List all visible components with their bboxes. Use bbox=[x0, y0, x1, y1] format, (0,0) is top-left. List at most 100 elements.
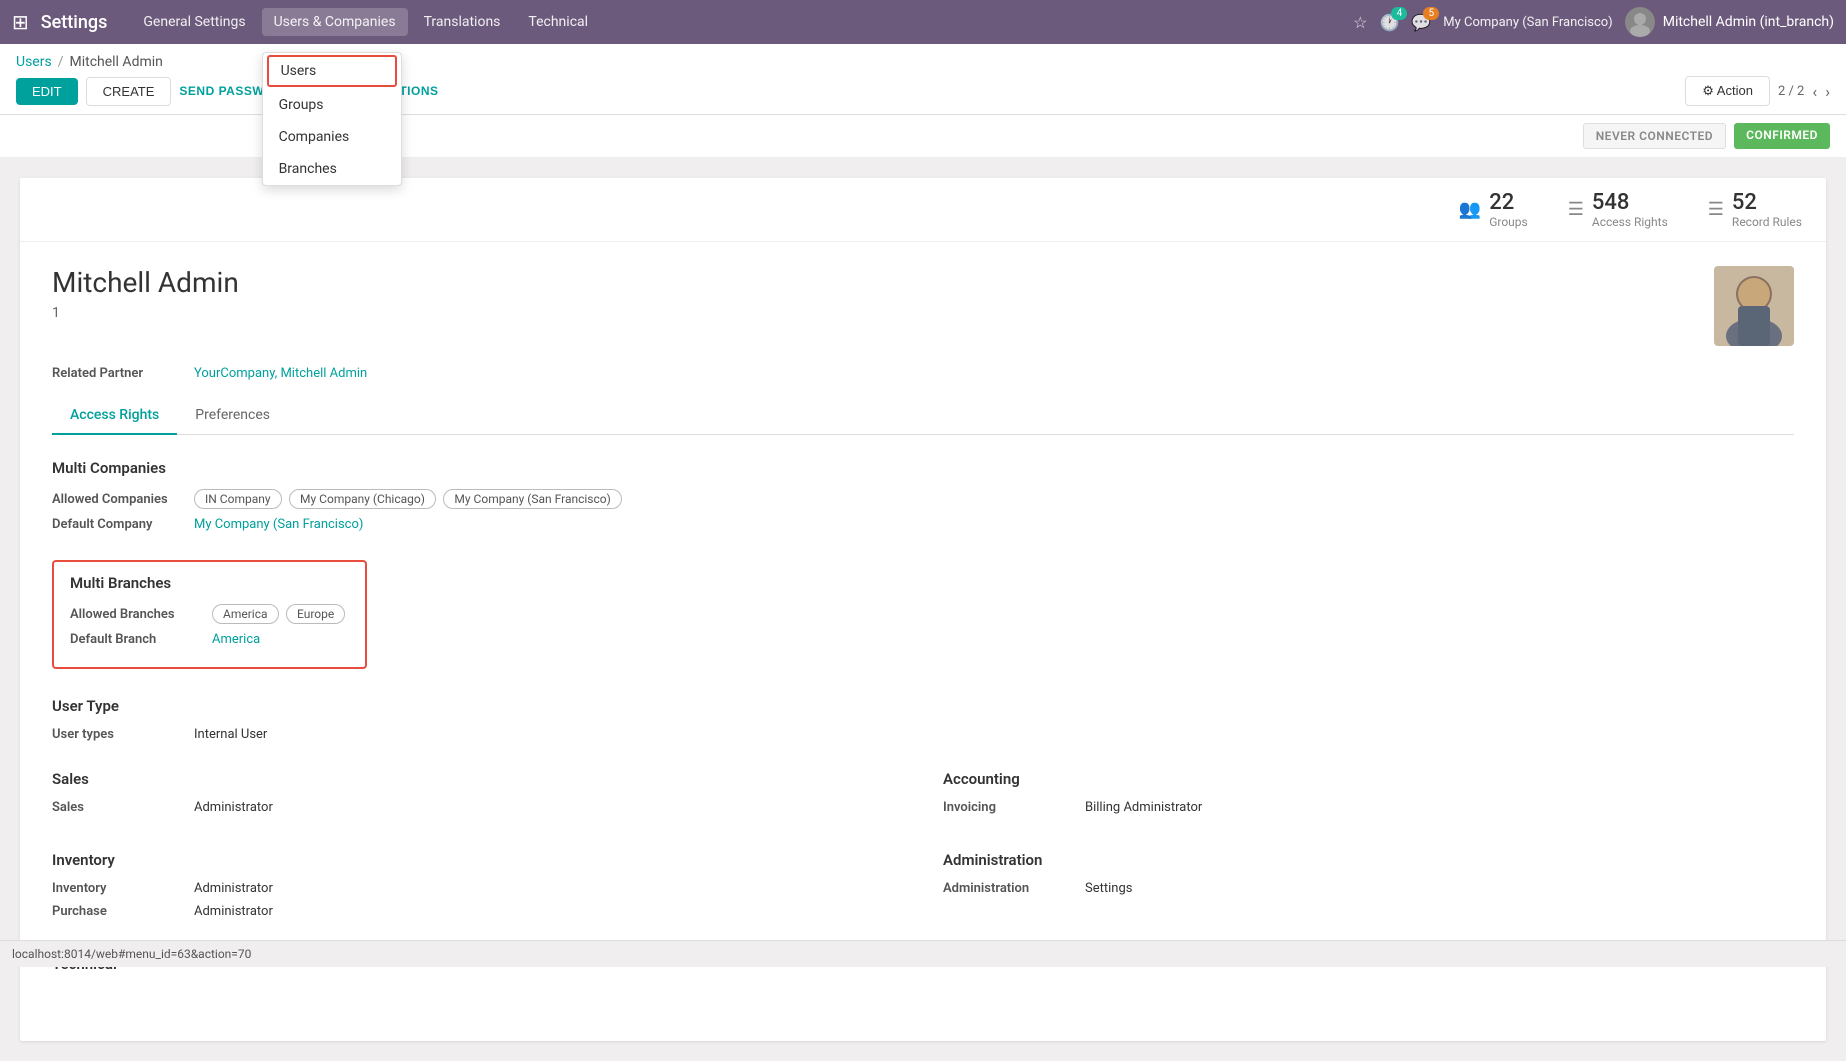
dropdown-item-users[interactable]: Users bbox=[267, 55, 397, 87]
chat-badge: 5 bbox=[1423, 7, 1439, 20]
related-partner-label: Related Partner bbox=[52, 366, 182, 381]
user-type-section: User Type User types Internal User bbox=[52, 697, 1794, 742]
default-company-link[interactable]: My Company (San Francisco) bbox=[194, 517, 363, 532]
status-never-connected[interactable]: NEVER CONNECTED bbox=[1583, 123, 1726, 149]
navbar-item-users-companies[interactable]: Users & Companies bbox=[262, 8, 408, 36]
allowed-companies-label: Allowed Companies bbox=[52, 492, 182, 507]
default-company-row: Default Company My Company (San Francisc… bbox=[52, 517, 1794, 532]
navbar-menu: General Settings Users & Companies Users… bbox=[131, 8, 1353, 36]
navbar-avatar bbox=[1625, 7, 1655, 37]
edit-button[interactable]: EDIT bbox=[16, 78, 78, 105]
users-companies-dropdown: Users Groups Companies Branches bbox=[262, 52, 402, 186]
default-branch-link[interactable]: America bbox=[212, 632, 260, 647]
branch-chip-2: Europe bbox=[286, 604, 345, 624]
user-type-title: User Type bbox=[52, 697, 1794, 715]
app-title: Settings bbox=[41, 12, 108, 33]
navbar-username: Mitchell Admin (int_branch) bbox=[1663, 14, 1834, 30]
related-partner-link[interactable]: YourCompany, Mitchell Admin bbox=[194, 366, 367, 381]
status-confirmed[interactable]: CONFIRMED bbox=[1734, 123, 1830, 149]
record-rules-icon: ☰ bbox=[1708, 199, 1724, 220]
admin-label: Administration bbox=[943, 881, 1073, 896]
accounting-col: Accounting Invoicing Billing Administrat… bbox=[943, 770, 1794, 823]
user-photo bbox=[1714, 266, 1794, 346]
related-partner-row: Related Partner YourCompany, Mitchell Ad… bbox=[52, 366, 1794, 381]
app-grid-icon[interactable]: ⊞ bbox=[12, 10, 29, 34]
allowed-branches-row: Allowed Branches America Europe bbox=[70, 604, 349, 624]
next-button[interactable]: › bbox=[1825, 82, 1830, 101]
allowed-branches-label: Allowed Branches bbox=[70, 607, 200, 622]
inventory-value: Administrator bbox=[194, 881, 273, 896]
stat-access-rights[interactable]: ☰ 548 Access Rights bbox=[1568, 190, 1668, 229]
related-partner-value: YourCompany, Mitchell Admin bbox=[194, 366, 367, 381]
inventory-title: Inventory bbox=[52, 851, 903, 869]
purchase-label: Purchase bbox=[52, 904, 182, 919]
default-branch-value: America bbox=[212, 632, 260, 647]
user-header: Mitchell Admin 1 bbox=[52, 266, 1794, 346]
multi-branches-highlight-box: Multi Branches Allowed Branches America … bbox=[52, 560, 367, 669]
default-company-value: My Company (San Francisco) bbox=[194, 517, 363, 532]
purchase-value: Administrator bbox=[194, 904, 273, 919]
breadcrumb-current: Mitchell Admin bbox=[69, 54, 162, 70]
dropdown-item-groups[interactable]: Groups bbox=[263, 89, 401, 121]
record-rules-label: Record Rules bbox=[1732, 215, 1802, 229]
allowed-companies-row: Allowed Companies IN Company My Company … bbox=[52, 489, 1794, 509]
default-company-label: Default Company bbox=[52, 517, 182, 532]
default-branch-label: Default Branch bbox=[70, 632, 200, 647]
star-icon[interactable]: ☆ bbox=[1353, 13, 1367, 32]
card-body: Mitchell Admin 1 bbox=[20, 242, 1826, 1041]
company-chip-2: My Company (Chicago) bbox=[289, 489, 436, 509]
navbar: ⊞ Settings General Settings Users & Comp… bbox=[0, 0, 1846, 44]
multi-companies-title: Multi Companies bbox=[52, 459, 1794, 477]
groups-label: Groups bbox=[1489, 215, 1528, 229]
invoicing-label: Invoicing bbox=[943, 800, 1073, 815]
inventory-col: Inventory Inventory Administrator Purcha… bbox=[52, 851, 903, 927]
tab-access-rights[interactable]: Access Rights bbox=[52, 397, 177, 435]
admin-row: Administration Settings bbox=[943, 881, 1794, 896]
accounting-title: Accounting bbox=[943, 770, 1794, 788]
sales-accounting-section: Sales Sales Administrator Accounting Inv… bbox=[52, 770, 1794, 823]
prev-button[interactable]: ‹ bbox=[1812, 82, 1817, 101]
create-button[interactable]: CREATE bbox=[86, 77, 172, 106]
sales-value: Administrator bbox=[194, 800, 273, 815]
user-card: 👥 22 Groups ☰ 548 Access Rights ☰ bbox=[20, 178, 1826, 1041]
company-chip-3: My Company (San Francisco) bbox=[443, 489, 621, 509]
navbar-item-users-companies-wrapper: Users & Companies Users Groups Companies… bbox=[262, 8, 408, 36]
content-area: 👥 22 Groups ☰ 548 Access Rights ☰ bbox=[0, 158, 1846, 1061]
navbar-item-translations[interactable]: Translations bbox=[412, 8, 513, 36]
stat-groups[interactable]: 👥 22 Groups bbox=[1459, 190, 1528, 229]
navbar-item-general[interactable]: General Settings bbox=[131, 8, 257, 36]
invoicing-row: Invoicing Billing Administrator bbox=[943, 800, 1794, 815]
branch-chip-1: America bbox=[212, 604, 279, 624]
sales-col: Sales Sales Administrator bbox=[52, 770, 903, 823]
clock-icon[interactable]: 🕐 4 bbox=[1379, 13, 1399, 32]
tabs: Access Rights Preferences bbox=[52, 397, 1794, 435]
sales-row: Sales Administrator bbox=[52, 800, 903, 815]
allowed-branches-value: America Europe bbox=[212, 604, 349, 624]
stat-record-rules[interactable]: ☰ 52 Record Rules bbox=[1708, 190, 1802, 229]
navbar-user[interactable]: Mitchell Admin (int_branch) bbox=[1625, 7, 1834, 37]
sales-title: Sales bbox=[52, 770, 903, 788]
chat-icon[interactable]: 💬 5 bbox=[1411, 13, 1431, 32]
navbar-item-technical[interactable]: Technical bbox=[516, 8, 600, 36]
administration-title: Administration bbox=[943, 851, 1794, 869]
inventory-row: Inventory Administrator bbox=[52, 881, 903, 896]
admin-value: Settings bbox=[1085, 881, 1132, 896]
default-branch-row: Default Branch America bbox=[70, 632, 349, 647]
pagination-text: 2 / 2 bbox=[1778, 84, 1804, 99]
user-id: 1 bbox=[52, 305, 239, 321]
access-rights-icon: ☰ bbox=[1568, 199, 1584, 220]
url-bar: localhost:8014/web#menu_id=63&action=70 bbox=[0, 940, 1846, 967]
user-types-value: Internal User bbox=[194, 727, 267, 742]
groups-count: 22 bbox=[1489, 190, 1528, 215]
multi-companies-section: Multi Companies Allowed Companies IN Com… bbox=[52, 459, 1794, 532]
user-types-row: User types Internal User bbox=[52, 727, 1794, 742]
stats-bar: 👥 22 Groups ☰ 548 Access Rights ☰ bbox=[20, 178, 1826, 242]
action-button[interactable]: ⚙ Action bbox=[1685, 76, 1770, 106]
allowed-companies-value: IN Company My Company (Chicago) My Compa… bbox=[194, 489, 626, 509]
tab-preferences[interactable]: Preferences bbox=[177, 397, 288, 435]
dropdown-item-branches[interactable]: Branches bbox=[263, 153, 401, 185]
dropdown-item-companies[interactable]: Companies bbox=[263, 121, 401, 153]
inventory-label: Inventory bbox=[52, 881, 182, 896]
breadcrumb-parent[interactable]: Users bbox=[16, 54, 52, 70]
invoicing-value: Billing Administrator bbox=[1085, 800, 1202, 815]
